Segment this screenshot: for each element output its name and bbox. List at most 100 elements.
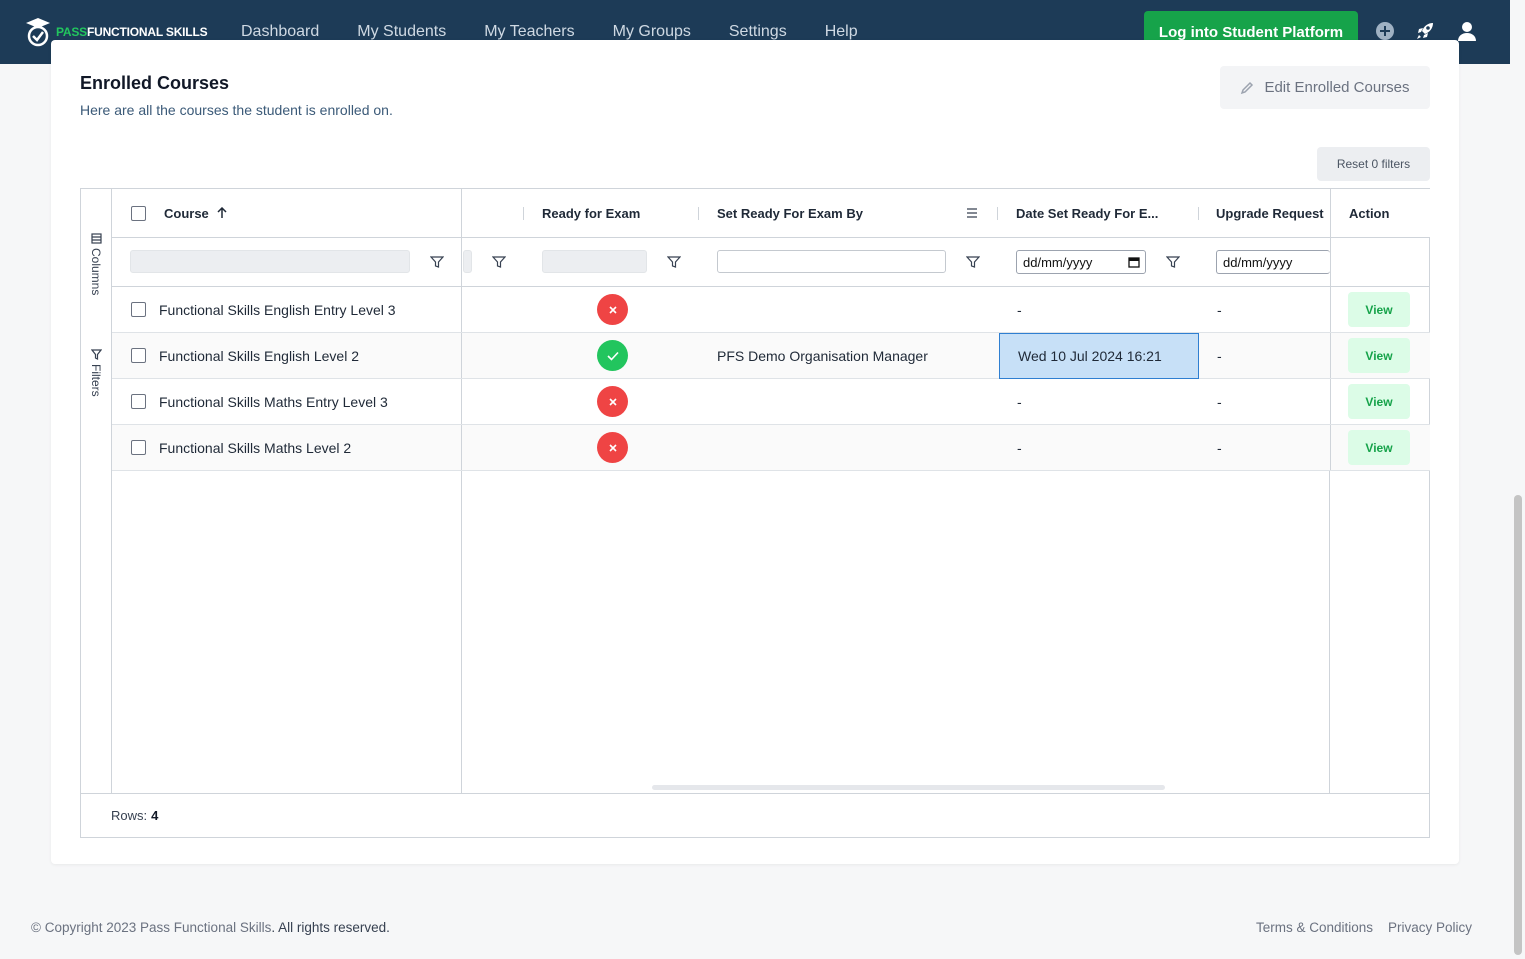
columns-tab-label: Columns — [89, 248, 103, 296]
upgrade-request-header-label: Upgrade Request — [1216, 205, 1324, 221]
edit-button-label: Edit Enrolled Courses — [1264, 79, 1410, 96]
edit-enrolled-courses-button[interactable]: Edit Enrolled Courses — [1220, 66, 1430, 109]
view-button[interactable]: View — [1348, 430, 1410, 465]
filters-tool-tab[interactable]: Filters — [85, 349, 107, 397]
view-button[interactable]: View — [1348, 338, 1410, 373]
ready-for-exam-cell — [597, 425, 628, 470]
view-button[interactable]: View — [1348, 292, 1410, 327]
section-title: Enrolled Courses — [80, 73, 230, 93]
course-name: Functional Skills English Entry Level 3 — [159, 301, 396, 318]
nav-help[interactable]: Help — [825, 23, 858, 41]
date-set-filter-input[interactable]: dd/mm/yyyy — [1016, 250, 1146, 274]
course-header[interactable]: Course — [112, 189, 462, 237]
action-cell: View — [1330, 333, 1430, 378]
course-name: Functional Skills Maths Entry Level 3 — [159, 393, 388, 410]
upgrade-request-header[interactable]: Upgrade Request — [1216, 189, 1330, 237]
action-header: Action — [1330, 189, 1430, 237]
row-checkbox[interactable] — [131, 348, 146, 363]
set-by-header-label: Set Ready For Exam By — [717, 205, 863, 221]
date-placeholder: dd/mm/yyyy — [1023, 254, 1093, 270]
grid-status-bar: Rows: 4 — [81, 793, 1429, 837]
date-set-cell: - — [1017, 393, 1022, 410]
filter-icon[interactable] — [1166, 255, 1180, 269]
action-cell: View — [1330, 287, 1430, 332]
set-by-header[interactable]: Set Ready For Exam By — [717, 189, 997, 237]
nav-my-students[interactable]: My Students — [357, 23, 446, 41]
graduation-check-icon — [26, 18, 50, 47]
reset-filters-button[interactable]: Reset 0 filters — [1317, 147, 1430, 181]
filter-icon[interactable] — [667, 255, 681, 269]
grid-header-row: Course Ready for Exam Set Ready For Exam… — [112, 189, 1430, 238]
horizontal-scrollbar[interactable] — [652, 785, 1165, 790]
grid-filter-row: dd/mm/yyyy dd/mm/yyyy — [112, 238, 1430, 287]
pinned-right-divider — [1329, 471, 1330, 793]
funnel-icon — [90, 349, 102, 360]
hidden-column-filter-input[interactable] — [463, 250, 472, 273]
row-checkbox[interactable] — [131, 440, 146, 455]
pencil-icon — [1241, 81, 1254, 94]
sort-ascending-icon — [217, 207, 227, 218]
not-ready-x-icon — [597, 432, 628, 463]
filter-icon[interactable] — [492, 255, 506, 269]
ready-check-icon — [597, 340, 628, 371]
row-checkbox[interactable] — [131, 394, 146, 409]
select-all-checkbox[interactable] — [131, 205, 146, 221]
upgrade-request-cell: - — [1217, 301, 1222, 318]
filter-icon[interactable] — [430, 255, 444, 269]
terms-link[interactable]: Terms & Conditions — [1256, 920, 1373, 935]
calendar-icon[interactable] — [1128, 256, 1140, 268]
upgrade-request-filter-input[interactable]: dd/mm/yyyy — [1216, 250, 1330, 274]
date-set-cell: - — [1017, 439, 1022, 456]
column-separator — [1198, 207, 1199, 220]
columns-tool-tab[interactable]: Columns — [85, 233, 107, 295]
rows-count: 4 — [151, 808, 159, 823]
ready-for-exam-header[interactable]: Ready for Exam — [542, 189, 698, 237]
course-cell: Functional Skills English Entry Level 3 — [112, 287, 462, 332]
view-button[interactable]: View — [1348, 384, 1410, 419]
date-set-header-label: Date Set Ready For E... — [1016, 205, 1159, 221]
column-menu-icon[interactable] — [966, 208, 978, 218]
ready-for-exam-filter-input[interactable] — [542, 250, 647, 273]
action-cell: View — [1330, 425, 1430, 470]
brand-name: PASSFUNCTIONAL SKILLS — [56, 25, 208, 39]
user-profile-icon[interactable] — [1456, 20, 1478, 42]
date-set-header[interactable]: Date Set Ready For E... — [1016, 189, 1198, 237]
table-row[interactable]: Functional Skills Maths Entry Level 3 - … — [112, 379, 1430, 425]
grid-side-panel: Columns Filters — [81, 189, 112, 793]
set-by-filter-input[interactable] — [717, 250, 946, 273]
date-set-cell-selected[interactable]: Wed 10 Jul 2024 16:21 — [999, 333, 1199, 379]
column-separator — [523, 207, 524, 220]
nav-my-teachers[interactable]: My Teachers — [484, 23, 574, 41]
ready-for-exam-cell — [597, 287, 628, 332]
nav-settings[interactable]: Settings — [729, 23, 787, 41]
ready-for-exam-cell — [597, 333, 628, 378]
table-row[interactable]: Functional Skills English Entry Level 3 … — [112, 287, 1430, 333]
course-cell: Functional Skills Maths Entry Level 3 — [112, 379, 462, 424]
column-separator — [698, 207, 699, 220]
date-placeholder: dd/mm/yyyy — [1223, 254, 1293, 270]
upgrade-request-cell: - — [1217, 393, 1222, 410]
enrolled-courses-grid: Columns Filters Course Ready for Exam Se… — [80, 188, 1430, 838]
add-icon[interactable] — [1374, 20, 1396, 42]
not-ready-x-icon — [597, 294, 628, 325]
table-row[interactable]: Functional Skills English Level 2 PFS De… — [112, 333, 1430, 379]
ready-for-exam-cell — [597, 379, 628, 424]
course-cell: Functional Skills English Level 2 — [112, 333, 462, 378]
page-scrollbar[interactable] — [1514, 495, 1522, 955]
nav-dashboard[interactable]: Dashboard — [241, 23, 319, 41]
nav-my-groups[interactable]: My Groups — [613, 23, 691, 41]
privacy-link[interactable]: Privacy Policy — [1388, 920, 1472, 935]
filters-tab-label: Filters — [89, 364, 103, 397]
table-row[interactable]: Functional Skills Maths Level 2 - - View — [112, 425, 1430, 471]
rocket-icon[interactable] — [1414, 20, 1436, 42]
course-filter-input[interactable] — [130, 250, 410, 273]
row-checkbox[interactable] — [131, 302, 146, 317]
course-cell: Functional Skills Maths Level 2 — [112, 425, 462, 470]
action-filter-cell — [1330, 238, 1430, 286]
date-set-cell: - — [1017, 301, 1022, 318]
course-header-label: Course — [164, 205, 209, 221]
filter-icon[interactable] — [966, 255, 980, 269]
set-by-cell: PFS Demo Organisation Manager — [717, 347, 928, 364]
action-header-label: Action — [1349, 205, 1390, 221]
course-name: Functional Skills English Level 2 — [159, 347, 359, 364]
